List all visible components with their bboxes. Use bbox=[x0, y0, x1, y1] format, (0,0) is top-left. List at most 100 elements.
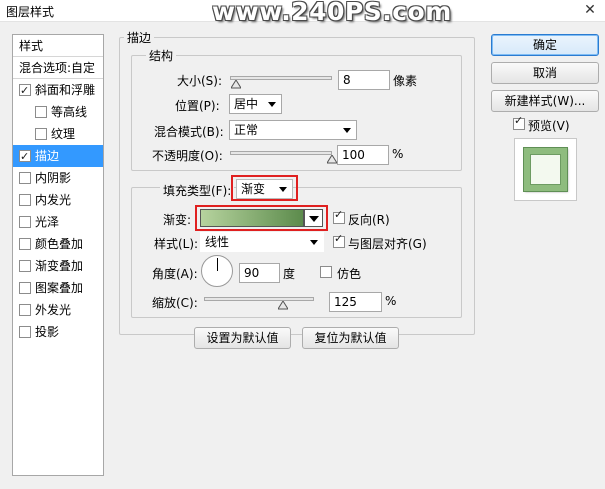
opacity-slider-thumb[interactable] bbox=[327, 155, 337, 164]
nav-item-checkbox[interactable] bbox=[19, 80, 31, 102]
size-label: 大小(S): bbox=[177, 74, 223, 88]
nav-item[interactable]: 斜面和浮雕 bbox=[13, 79, 103, 102]
nav-item[interactable]: 投影 bbox=[13, 321, 103, 343]
reset-default-button[interactable]: 复位为默认值 bbox=[302, 327, 399, 349]
style-list-header-label: 样式 bbox=[19, 39, 44, 53]
nav-item-checkbox[interactable] bbox=[19, 282, 31, 294]
nav-item-label: 外发光 bbox=[35, 303, 72, 317]
nav-item[interactable]: 图案叠加 bbox=[13, 277, 103, 299]
preview-checkbox[interactable] bbox=[513, 114, 525, 130]
ok-button[interactable]: 确定 bbox=[491, 34, 599, 56]
watermark-text: www.240PS.com bbox=[212, 0, 452, 26]
nav-item-label: 描边 bbox=[35, 149, 60, 163]
nav-item-label: 光泽 bbox=[35, 215, 60, 229]
style-label: 样式(L): bbox=[154, 237, 199, 251]
size-slider[interactable] bbox=[230, 76, 332, 80]
nav-item[interactable]: 颜色叠加 bbox=[13, 233, 103, 255]
gradient-preview-swatch[interactable] bbox=[200, 209, 304, 227]
size-unit: 像素 bbox=[393, 74, 418, 88]
nav-item[interactable]: 纹理 bbox=[13, 123, 103, 145]
nav-item-checkbox[interactable] bbox=[19, 194, 31, 206]
chevron-down-icon bbox=[309, 216, 319, 222]
dither-label: 仿色 bbox=[337, 267, 362, 281]
position-select[interactable]: 居中 bbox=[229, 94, 282, 114]
blend-mode-select-value: 正常 bbox=[234, 123, 259, 137]
nav-item[interactable]: 光泽 bbox=[13, 211, 103, 233]
chevron-down-icon bbox=[310, 240, 318, 245]
chevron-down-icon bbox=[279, 187, 287, 192]
nav-item-checkbox[interactable] bbox=[19, 326, 31, 338]
blend-mode-label: 混合模式(B): bbox=[154, 125, 224, 139]
blend-mode-select[interactable]: 正常 bbox=[229, 120, 357, 140]
nav-item-checkbox[interactable] bbox=[19, 146, 31, 168]
nav-item-label: 纹理 bbox=[51, 127, 76, 141]
style-list-panel: 样式 混合选项:自定 斜面和浮雕等高线纹理描边内阴影内发光光泽颜色叠加渐变叠加图… bbox=[12, 34, 104, 476]
nav-item-checkbox[interactable] bbox=[19, 238, 31, 250]
angle-label: 角度(A): bbox=[152, 267, 198, 281]
angle-dial[interactable] bbox=[201, 255, 233, 287]
style-preview-thumbnail bbox=[514, 138, 577, 201]
style-select-value: 线性 bbox=[205, 235, 230, 249]
chevron-down-icon bbox=[343, 128, 351, 133]
structure-group-title: 结构 bbox=[146, 47, 177, 64]
window-title: 图层样式 bbox=[6, 5, 55, 19]
close-icon[interactable]: ✕ bbox=[580, 1, 600, 19]
nav-item-label: 渐变叠加 bbox=[35, 259, 84, 273]
scale-unit: % bbox=[385, 294, 397, 308]
nav-item-checkbox[interactable] bbox=[35, 128, 47, 140]
cancel-button[interactable]: 取消 bbox=[491, 62, 599, 84]
set-default-button[interactable]: 设置为默认值 bbox=[194, 327, 291, 349]
opacity-label: 不透明度(O): bbox=[152, 149, 223, 163]
nav-item-label: 颜色叠加 bbox=[35, 237, 84, 251]
angle-input[interactable]: 90 bbox=[239, 263, 280, 283]
stroke-preview-frame bbox=[524, 148, 567, 191]
nav-item-checkbox[interactable] bbox=[19, 304, 31, 316]
scale-slider[interactable] bbox=[204, 297, 314, 301]
size-slider-thumb[interactable] bbox=[231, 80, 242, 89]
style-list-header[interactable]: 样式 bbox=[13, 35, 103, 57]
scale-slider-thumb[interactable] bbox=[278, 301, 289, 310]
new-style-button[interactable]: 新建样式(W)... bbox=[491, 90, 599, 112]
angle-unit: 度 bbox=[283, 267, 296, 281]
position-select-value: 居中 bbox=[234, 97, 259, 111]
nav-item-checkbox[interactable] bbox=[35, 106, 47, 118]
nav-item-label: 内阴影 bbox=[35, 171, 72, 185]
gradient-picker-button[interactable] bbox=[304, 209, 323, 227]
nav-item-label: 投影 bbox=[35, 325, 60, 339]
blend-options-item[interactable]: 混合选项:自定 bbox=[13, 57, 103, 79]
scale-label: 缩放(C): bbox=[152, 296, 198, 310]
opacity-slider[interactable] bbox=[230, 151, 332, 155]
nav-item-label: 内发光 bbox=[35, 193, 72, 207]
nav-item[interactable]: 等高线 bbox=[13, 101, 103, 123]
dither-checkbox[interactable] bbox=[320, 266, 332, 278]
nav-item-label: 图案叠加 bbox=[35, 281, 84, 295]
nav-item-checkbox[interactable] bbox=[19, 172, 31, 184]
stroke-group-title: 描边 bbox=[124, 29, 155, 46]
opacity-input[interactable]: 100 bbox=[337, 145, 389, 165]
scale-input[interactable]: 125 bbox=[329, 292, 382, 312]
size-input[interactable]: 8 bbox=[338, 70, 390, 90]
align-with-layer-checkbox[interactable] bbox=[333, 232, 345, 248]
preview-label: 预览(V) bbox=[528, 119, 570, 133]
nav-item-checkbox[interactable] bbox=[19, 260, 31, 272]
fill-type-select-value: 渐变 bbox=[241, 182, 266, 196]
align-with-layer-label: 与图层对齐(G) bbox=[348, 237, 427, 251]
nav-item-checkbox[interactable] bbox=[19, 216, 31, 228]
fill-type-label: 填充类型(F): bbox=[160, 182, 235, 199]
fill-type-select[interactable]: 渐变 bbox=[236, 179, 293, 199]
gradient-label: 渐变: bbox=[163, 213, 192, 227]
opacity-unit: % bbox=[392, 147, 404, 161]
chevron-down-icon bbox=[268, 102, 276, 107]
reverse-label: 反向(R) bbox=[348, 213, 390, 227]
nav-item-label: 等高线 bbox=[51, 105, 88, 119]
nav-item[interactable]: 渐变叠加 bbox=[13, 255, 103, 277]
nav-item[interactable]: 内发光 bbox=[13, 189, 103, 211]
position-label: 位置(P): bbox=[175, 99, 220, 113]
nav-item[interactable]: 外发光 bbox=[13, 299, 103, 321]
nav-item[interactable]: 描边 bbox=[13, 145, 103, 168]
blend-options-label: 混合选项:自定 bbox=[19, 61, 96, 75]
nav-item[interactable]: 内阴影 bbox=[13, 167, 103, 189]
style-select[interactable]: 线性 bbox=[200, 232, 324, 252]
reverse-checkbox[interactable] bbox=[333, 208, 345, 224]
nav-item-label: 斜面和浮雕 bbox=[35, 83, 96, 97]
